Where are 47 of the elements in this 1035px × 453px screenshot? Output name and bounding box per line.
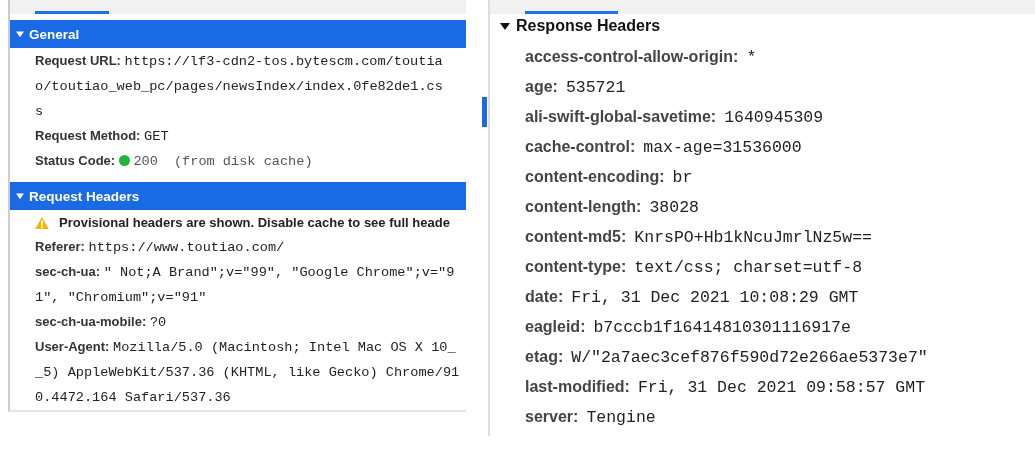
header-value: W/"2a7aec3cef876f590d72e266ae5373e7": [571, 347, 928, 367]
section-header[interactable]: Response Headers: [490, 15, 1035, 37]
warning-message: Provisional headers are shown. Disable cache to see full heade: [59, 214, 450, 232]
header-value: ?0: [149, 315, 167, 330]
warning-icon: [35, 217, 49, 229]
header-entry: sec-ch-ua: " Not;A Brand";v="99", "Google Chrome";v="9 1", "Chromium";v="91": [35, 263, 456, 307]
header-name: age:: [525, 78, 558, 96]
caret-icon: [16, 192, 24, 200]
header-value: https://www.toutiao.com/: [88, 240, 285, 255]
header-value: Fri, 31 Dec 2021 10:08:29 GMT: [571, 287, 859, 307]
header-name: sec-ch-ua-mobile:: [35, 314, 147, 329]
header-value: text/css; charset=utf-8: [634, 257, 863, 277]
header-value: 1640945309: [724, 107, 824, 127]
header-value: max-age=31536000: [643, 137, 802, 157]
header-value: Tengine: [586, 407, 656, 427]
status-note: (from disk cache): [173, 154, 313, 169]
header-name: eagleid:: [525, 318, 586, 336]
header-entry: Request URL: https://lf3-cdn2-tos.bytescm.com/toutia o/toutiao_web_pc/pages/newsIndex/index.0fe82de1.cs s: [35, 52, 444, 121]
header-value: Fri, 31 Dec 2021 09:58:57 GMT: [637, 377, 926, 397]
header-name: last-modified:: [525, 378, 630, 396]
section-header[interactable]: General: [10, 20, 466, 48]
header-value: 535721: [565, 77, 626, 97]
header-name: access-control-allow-origin:: [525, 48, 739, 66]
caret-icon: [500, 21, 510, 31]
header-name: date:: [525, 288, 564, 306]
header-name: content-length:: [525, 198, 642, 216]
header-name: cache-control:: [525, 138, 636, 156]
header-value: KnrsPO+Hb1kNcuJmrlNz5w==: [634, 227, 872, 247]
status-code: 200: [133, 154, 158, 169]
header-name: Referer:: [35, 239, 85, 254]
header-name: content-md5:: [525, 228, 627, 246]
header-value: GET: [144, 129, 169, 144]
header-value: 38028: [649, 197, 699, 217]
header-name: ali-swift-global-savetime:: [525, 108, 717, 126]
header-value: br: [672, 167, 693, 187]
selection-marker: [482, 97, 487, 127]
caret-icon: [16, 30, 24, 38]
header-name: etag:: [525, 348, 564, 366]
section-header[interactable]: Request Headers: [10, 182, 466, 210]
header-name: Status Code:: [35, 153, 116, 168]
header-entry: User-Agent: Mozilla/5.0 (Macintosh; Intel Mac OS X 10_ _5) AppleWebKit/537.36 (KHTML, like Gecko) Chrome/91 0.4472.164 Safari/537.36: [35, 338, 461, 407]
header-name: server:: [525, 408, 579, 426]
header-value: *: [746, 47, 757, 67]
header-value: b7cccb1f16414810301116917e: [593, 317, 851, 337]
header-name: content-encoding:: [525, 168, 665, 186]
header-name: content-type:: [525, 258, 627, 276]
header-name: Request Method:: [35, 128, 141, 143]
